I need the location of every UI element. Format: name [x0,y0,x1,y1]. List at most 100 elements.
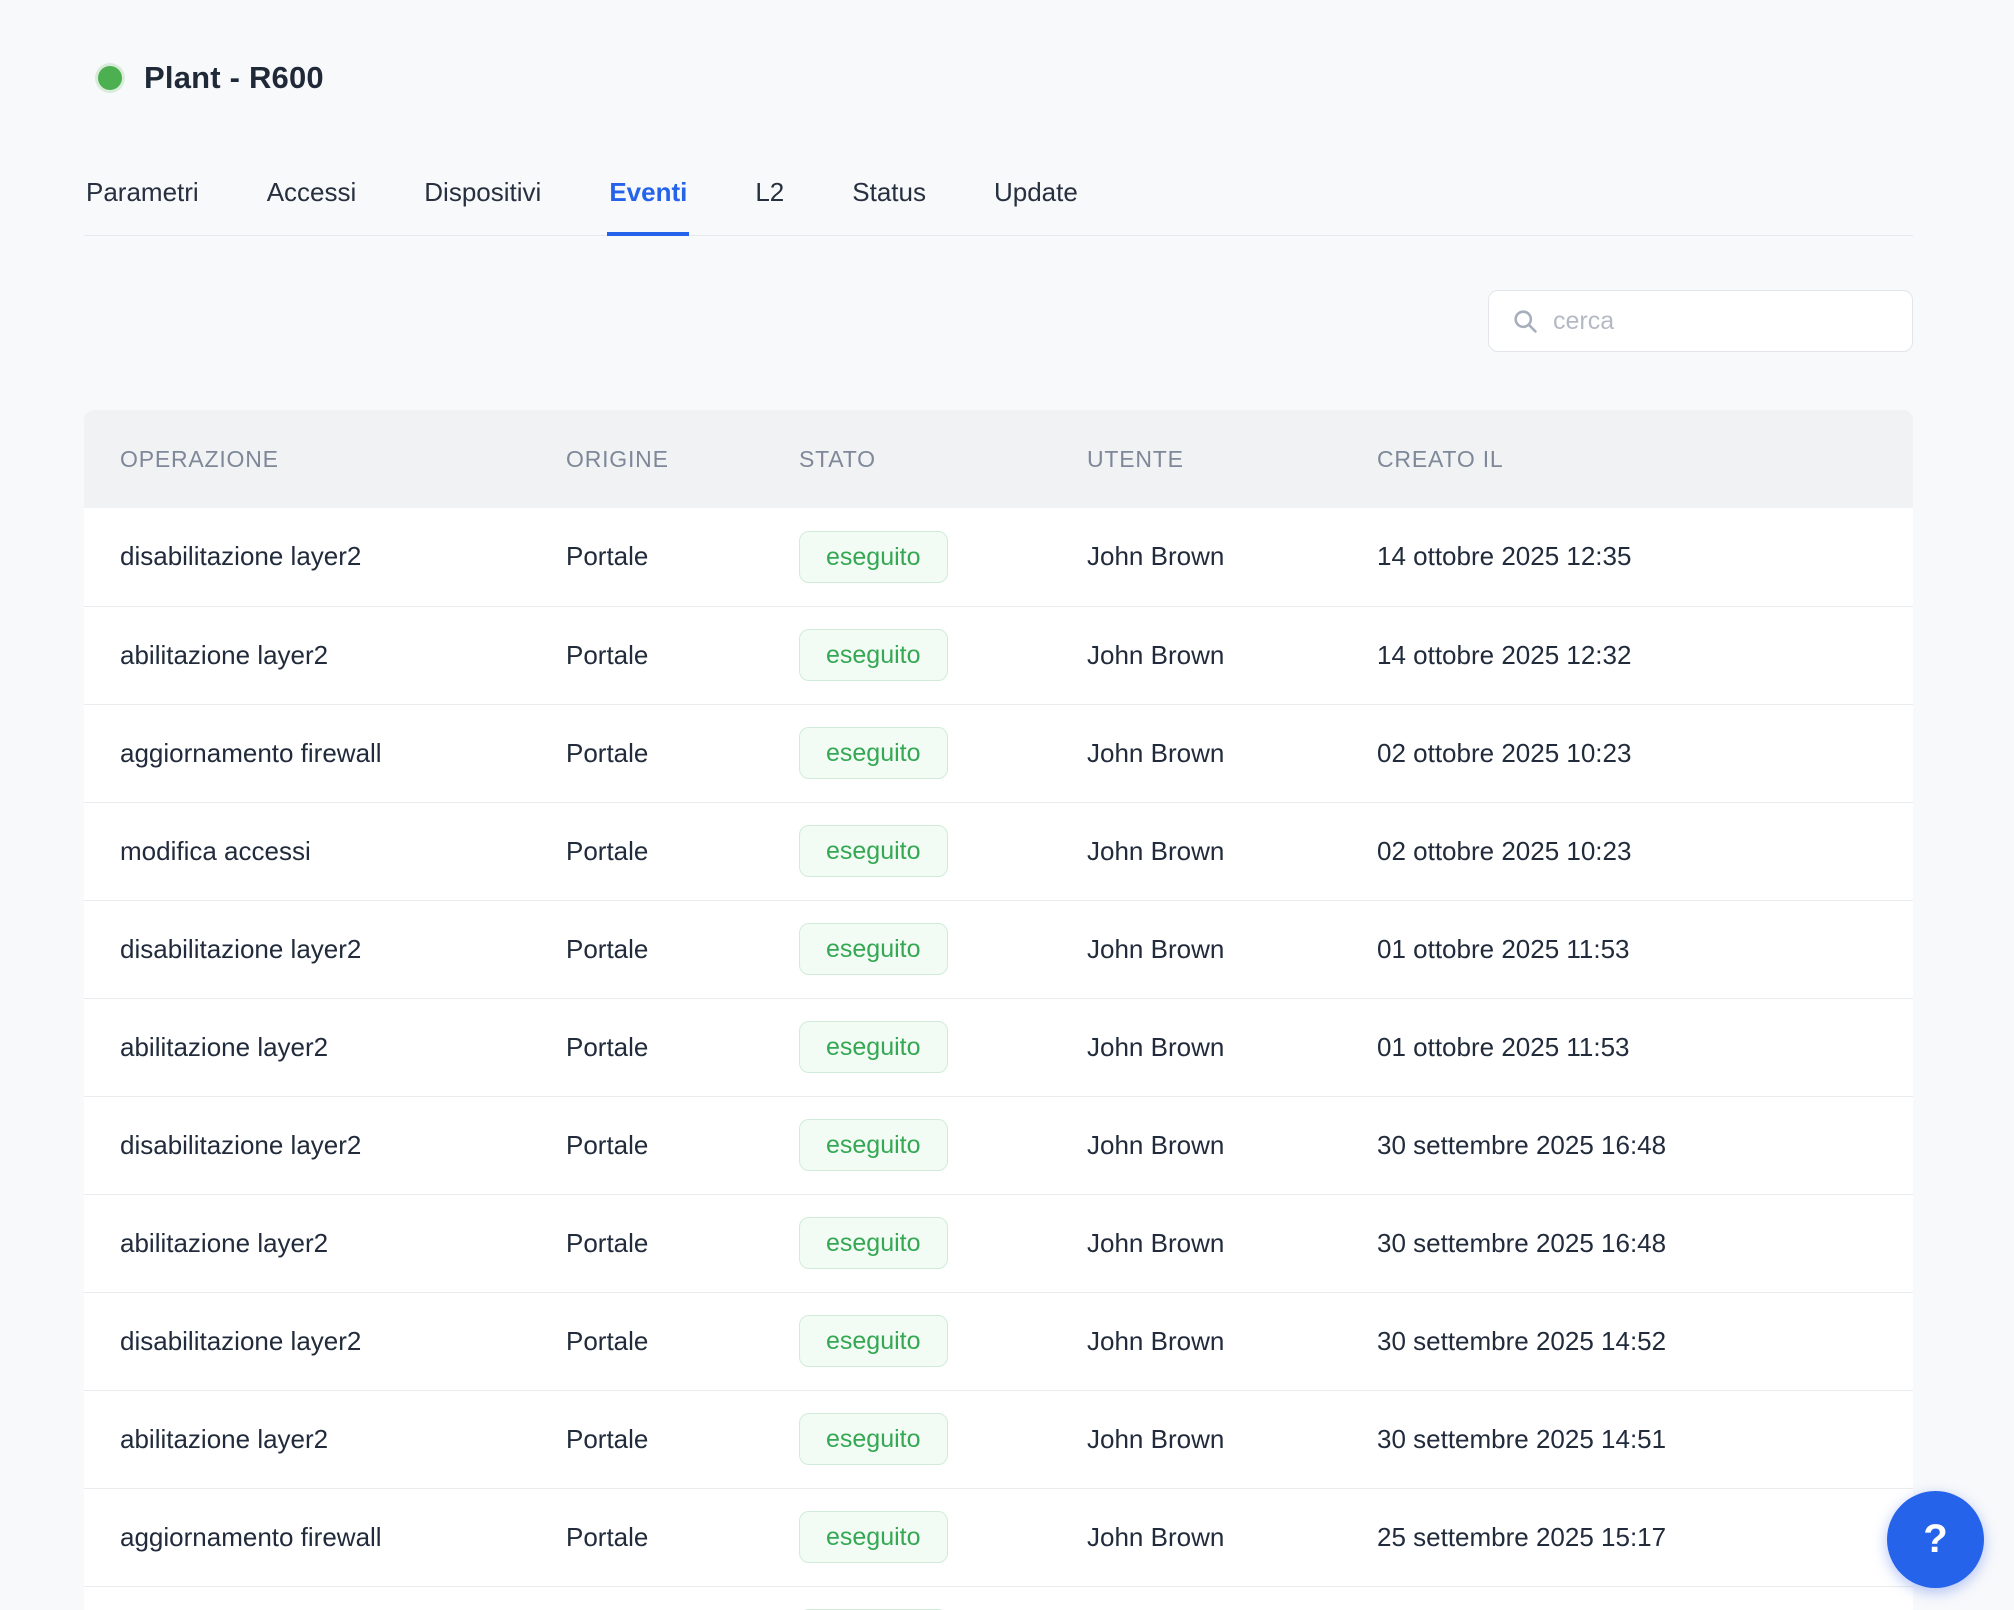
cell-stato: eseguito [799,1585,1087,1610]
cell-operazione: aggiornamento firewall [84,703,566,802]
cell-origine: Portale [566,605,799,704]
cell-origine: Portale [566,508,799,606]
cell-utente: John Brown [1087,1291,1377,1390]
search-input[interactable] [1553,306,1890,336]
cell-operazione: disabilitazione layer2 [84,1291,566,1390]
cell-operazione: abilitazione layer2 [84,1389,566,1488]
cell-creato-il: 30 settembre 2025 14:52 [1377,1291,1913,1390]
tab-l2[interactable]: L2 [753,176,786,236]
help-button[interactable]: ? [1887,1491,1984,1588]
status-badge: eseguito [799,629,948,681]
tab-eventi[interactable]: Eventi [607,176,690,236]
status-badge: eseguito [799,923,948,975]
status-badge: eseguito [799,1413,948,1465]
cell-utente: John Brown [1087,997,1377,1096]
cell-stato: eseguito [799,1095,1087,1194]
cell-creato-il: 14 ottobre 2025 12:32 [1377,605,1913,704]
plant-online-dot [98,66,122,90]
cell-origine [566,1585,799,1610]
status-badge: eseguito [799,1119,948,1171]
cell-operazione: abilitazione layer2 [84,997,566,1096]
cell-utente: John Brown [1087,703,1377,802]
cell-creato-il: 01 ottobre 2025 11:53 [1377,997,1913,1096]
status-badge: eseguito [799,1315,948,1367]
cell-origine: Portale [566,1487,799,1586]
cell-creato-il: 30 settembre 2025 14:51 [1377,1389,1913,1488]
cell-origine: Portale [566,997,799,1096]
status-badge: eseguito [799,1021,948,1073]
cell-creato-il: 30 settembre 2025 16:48 [1377,1193,1913,1292]
cell-origine: Portale [566,899,799,998]
search-box[interactable] [1488,290,1913,352]
cell-utente: John Brown [1087,1487,1377,1586]
tab-bar: Parametri Accessi Dispositivi Eventi L2 Statu… [84,176,1913,236]
cell-utente: John Brown [1087,1389,1377,1488]
cell-operazione: abilitazione layer2 [84,605,566,704]
tab-dispositivi[interactable]: Dispositivi [422,176,543,236]
toolbar [84,290,1913,352]
cell-origine: Portale [566,1193,799,1292]
cell-stato: eseguito [799,899,1087,998]
tab-parametri[interactable]: Parametri [84,176,201,236]
table-row: disabilitazione layer2 Portale eseguito Joh… [84,1291,1913,1390]
cell-operazione: disabilitazione layer2 [84,508,566,606]
cell-stato: eseguito [799,1291,1087,1390]
cell-creato-il: 01 ottobre 2025 11:53 [1377,899,1913,998]
status-badge: eseguito [799,530,948,583]
cell-creato-il: 14 ottobre 2025 12:35 [1377,508,1913,606]
status-badge: eseguito [799,825,948,877]
table-row: abilitazione layer2 Portale eseguito John B… [84,997,1913,1096]
cell-origine: Portale [566,1291,799,1390]
cell-origine: Portale [566,703,799,802]
cell-creato-il [1377,1585,1913,1610]
column-header: STATO [799,410,1087,508]
tab-status[interactable]: Status [850,176,928,236]
cell-utente: John Brown [1087,508,1377,606]
status-badge: eseguito [799,1511,948,1563]
status-badge: eseguito [799,727,948,779]
cell-stato: eseguito [799,703,1087,802]
table-row: disabilitazione layer2 Portale eseguito Joh… [84,508,1913,606]
table-row: abilitazione layer2 Portale eseguito John B… [84,1389,1913,1488]
column-header: CREATO IL [1377,410,1913,508]
cell-origine: Portale [566,1389,799,1488]
cell-operazione [84,1585,566,1610]
cell-operazione: aggiornamento firewall [84,1487,566,1586]
content-container: Plant - R600 Parametri Accessi Dispositivi… [0,0,2014,1610]
cell-operazione: abilitazione layer2 [84,1193,566,1292]
cell-utente: John Brown [1087,801,1377,900]
column-header: UTENTE [1087,410,1377,508]
table-row: disabilitazione layer2 Portale eseguito Joh… [84,899,1913,998]
tab-accessi[interactable]: Accessi [265,176,359,236]
cell-origine: Portale [566,1095,799,1194]
cell-stato: eseguito [799,997,1087,1096]
cell-stato: eseguito [799,605,1087,704]
table-row: disabilitazione layer2 Portale eseguito Joh… [84,1095,1913,1194]
cell-stato: eseguito [799,1389,1087,1488]
cell-stato: eseguito [799,1487,1087,1586]
cell-creato-il: 02 ottobre 2025 10:23 [1377,703,1913,802]
cell-operazione: disabilitazione layer2 [84,899,566,998]
cell-creato-il: 02 ottobre 2025 10:23 [1377,801,1913,900]
cell-utente [1087,1585,1377,1610]
table-header-row: OPERAZIONE ORIGINE STATO UTENTE CREATO IL [84,410,1913,508]
search-icon [1514,310,1537,333]
cell-utente: John Brown [1087,1095,1377,1194]
cell-operazione: disabilitazione layer2 [84,1095,566,1194]
table-row: aggiornamento firewall Portale eseguito Joh… [84,1487,1913,1586]
table-row: aggiornamento firewall Portale eseguito Joh… [84,703,1913,802]
cell-creato-il: 25 settembre 2025 15:17 [1377,1487,1913,1586]
page: Plant - R600 Parametri Accessi Dispositivi… [0,0,2014,1610]
page-title: Plant - R600 [144,60,324,95]
cell-stato: eseguito [799,508,1087,606]
tab-update[interactable]: Update [992,176,1080,236]
cell-origine: Portale [566,801,799,900]
column-header: ORIGINE [566,410,799,508]
cell-utente: John Brown [1087,605,1377,704]
table-row: modifica accessi Portale eseguito John Brow… [84,801,1913,900]
cell-utente: John Brown [1087,1193,1377,1292]
table-row: eseguito [84,1585,1913,1610]
column-header: OPERAZIONE [84,410,566,508]
events-table: OPERAZIONE ORIGINE STATO UTENTE CREATO IL di… [84,410,1913,1610]
table-row: abilitazione layer2 Portale eseguito John B… [84,1193,1913,1292]
